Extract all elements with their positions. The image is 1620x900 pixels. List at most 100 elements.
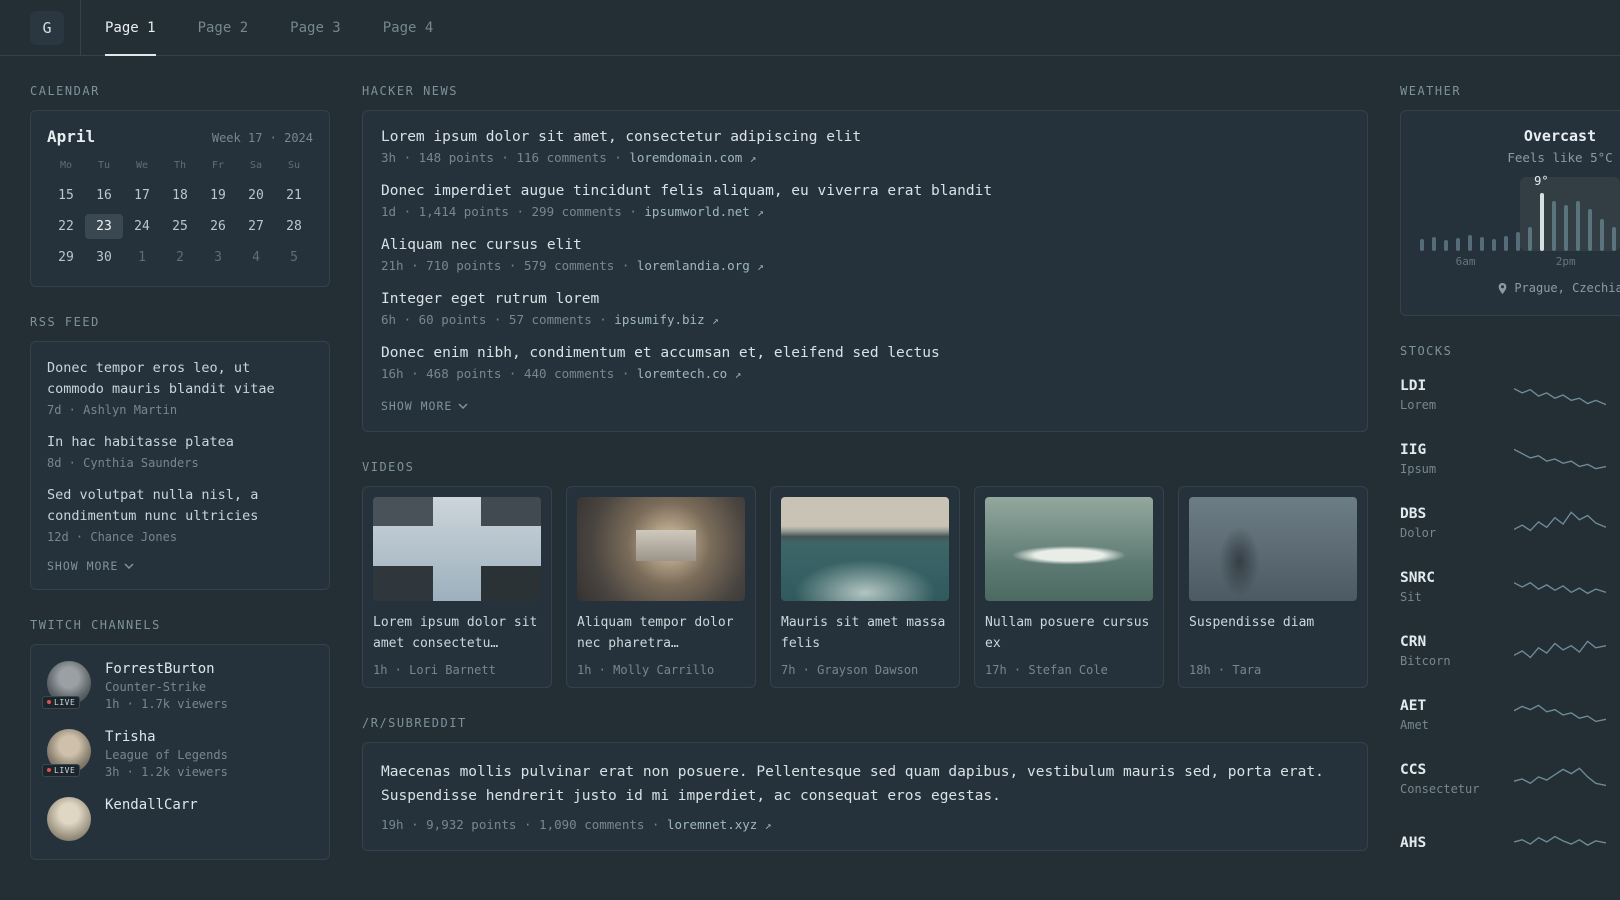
weather-bar[interactable] [1564, 205, 1568, 251]
calendar-date[interactable]: 29 [47, 245, 85, 270]
news-item[interactable]: Donec enim nibh, condimentum et accumsan… [381, 345, 1349, 381]
video-card[interactable]: Mauris sit amet massa felis 7h · Grayson… [770, 486, 960, 688]
weather-bar-highlighted[interactable] [1540, 193, 1544, 251]
calendar-date[interactable]: 15 [47, 183, 85, 208]
weather-bar[interactable] [1612, 227, 1616, 251]
channel-category[interactable]: Counter-Strike [105, 680, 228, 694]
channel-name[interactable]: KendallCarr [105, 797, 198, 813]
channel-name[interactable]: Trisha [105, 729, 228, 745]
weather-bar[interactable] [1528, 227, 1532, 251]
video-thumbnail[interactable] [781, 497, 949, 601]
post-title[interactable]: Maecenas mollis pulvinar erat non posuer… [381, 761, 1349, 809]
weather-bar[interactable] [1588, 209, 1592, 251]
calendar-date[interactable]: 18 [161, 183, 199, 208]
channel-category[interactable]: League of Legends [105, 748, 228, 762]
calendar-date[interactable]: 20 [237, 183, 275, 208]
stock-row[interactable]: AHS +0.46% [1400, 818, 1620, 868]
stock-row[interactable]: LDILorem +4.35%$795.18 [1400, 370, 1620, 420]
news-domain-link[interactable]: ipsumworld.net [644, 204, 749, 219]
weather-bar[interactable] [1576, 201, 1580, 251]
calendar-date[interactable]: 30 [85, 245, 123, 270]
news-item-title[interactable]: Lorem ipsum dolor sit amet, consectetur … [381, 129, 1349, 145]
video-title[interactable]: Mauris sit amet massa felis [781, 613, 949, 655]
news-item-title[interactable]: Integer eget rutrum lorem [381, 291, 1349, 307]
rss-item-title[interactable]: Sed volutpat nulla nisl, a condimentum n… [47, 485, 313, 527]
video-card[interactable]: Aliquam tempor dolor nec pharetra… 1h · … [566, 486, 756, 688]
news-item[interactable]: Integer eget rutrum lorem 6h · 60 points… [381, 291, 1349, 327]
video-card[interactable]: Suspendisse diam 18h · Tara [1178, 486, 1368, 688]
news-domain-link[interactable]: ipsumify.biz [614, 312, 704, 327]
weather-bar[interactable] [1456, 238, 1460, 251]
post-domain-link[interactable]: loremnet.xyz [667, 817, 757, 832]
rss-show-more-button[interactable]: SHOW MORE [47, 559, 134, 573]
weather-bar[interactable] [1552, 201, 1556, 251]
news-domain-link[interactable]: loremdomain.com [629, 150, 742, 165]
tab-page-4[interactable]: Page 4 [383, 0, 434, 55]
calendar-date[interactable]: 27 [237, 214, 275, 239]
twitch-channel[interactable]: LIVE Trisha League of Legends 3h · 1.2k … [42, 728, 313, 779]
video-card[interactable]: Nullam posuere cursus ex 17h · Stefan Co… [974, 486, 1164, 688]
twitch-channel[interactable]: LIVE ForrestBurton Counter-Strike 1h · 1… [42, 660, 313, 711]
app-logo[interactable]: G [30, 10, 64, 45]
news-item[interactable]: Donec imperdiet augue tincidunt felis al… [381, 183, 1349, 219]
news-item-title[interactable]: Donec enim nibh, condimentum et accumsan… [381, 345, 1349, 361]
video-title[interactable]: Nullam posuere cursus ex [985, 613, 1153, 655]
calendar-date-next-month[interactable]: 1 [123, 245, 161, 270]
calendar-date[interactable]: 21 [275, 183, 313, 208]
rss-item[interactable]: Donec tempor eros leo, ut commodo mauris… [47, 358, 313, 417]
rss-item-title[interactable]: Donec tempor eros leo, ut commodo mauris… [47, 358, 313, 400]
calendar-date[interactable]: 25 [161, 214, 199, 239]
news-domain-link[interactable]: loremtech.co [637, 366, 727, 381]
calendar-date[interactable]: 22 [47, 214, 85, 239]
stock-row[interactable]: CRNBitcorn -1.00%$66,171.48 [1400, 626, 1620, 676]
calendar-date[interactable]: 24 [123, 214, 161, 239]
stock-row[interactable]: IIGIpsum +2.84%$42.04 [1400, 434, 1620, 484]
news-item-title[interactable]: Aliquam nec cursus elit [381, 237, 1349, 253]
calendar-date[interactable]: 16 [85, 183, 123, 208]
weather-bar[interactable] [1420, 239, 1424, 251]
stock-row[interactable]: DBSDolor +1.42%$156.28 [1400, 498, 1620, 548]
weather-bar[interactable] [1480, 237, 1484, 251]
news-item[interactable]: Aliquam nec cursus elit 21h · 710 points… [381, 237, 1349, 273]
calendar-date-next-month[interactable]: 5 [275, 245, 313, 270]
calendar-date[interactable]: 26 [199, 214, 237, 239]
weather-bar[interactable] [1504, 236, 1508, 251]
tab-page-3[interactable]: Page 3 [290, 0, 341, 55]
stock-row[interactable]: AETAmet +0.92%$499.72 [1400, 690, 1620, 740]
tab-page-2[interactable]: Page 2 [198, 0, 249, 55]
tab-page-1[interactable]: Page 1 [105, 0, 156, 56]
calendar-date-next-month[interactable]: 2 [161, 245, 199, 270]
calendar-date-next-month[interactable]: 3 [199, 245, 237, 270]
video-title[interactable]: Lorem ipsum dolor sit amet consectetu… [373, 613, 541, 655]
news-item[interactable]: Lorem ipsum dolor sit amet, consectetur … [381, 129, 1349, 165]
calendar-date[interactable]: 28 [275, 214, 313, 239]
rss-item[interactable]: In hac habitasse platea 8d · Cynthia Sau… [47, 432, 313, 470]
calendar-date[interactable]: 19 [199, 183, 237, 208]
news-domain-link[interactable]: loremlandia.org [637, 258, 750, 273]
stock-row[interactable]: SNRCSit +1.36%$148.64 [1400, 562, 1620, 612]
video-thumbnail[interactable] [373, 497, 541, 601]
video-card[interactable]: Lorem ipsum dolor sit amet consectetu… 1… [362, 486, 552, 688]
weather-bar[interactable] [1468, 235, 1472, 251]
weather-bar[interactable] [1600, 219, 1604, 251]
weather-bar[interactable] [1444, 240, 1448, 251]
weather-location[interactable]: Prague, Czechia [1497, 281, 1620, 295]
calendar-date[interactable]: 17 [123, 183, 161, 208]
twitch-channel[interactable]: KendallCarr [47, 796, 313, 841]
video-title[interactable]: Suspendisse diam [1189, 613, 1357, 655]
calendar-date-selected[interactable]: 23 [85, 214, 123, 239]
rss-item-title[interactable]: In hac habitasse platea [47, 432, 313, 453]
video-thumbnail[interactable] [1189, 497, 1357, 601]
weather-bar[interactable] [1492, 239, 1496, 251]
video-title[interactable]: Aliquam tempor dolor nec pharetra… [577, 613, 745, 655]
stock-row[interactable]: CCSConsectetur +0.51%$165.84 [1400, 754, 1620, 804]
rss-item[interactable]: Sed volutpat nulla nisl, a condimentum n… [47, 485, 313, 544]
video-thumbnail[interactable] [985, 497, 1153, 601]
weather-bar[interactable] [1516, 232, 1520, 251]
channel-name[interactable]: ForrestBurton [105, 661, 228, 677]
news-item-title[interactable]: Donec imperdiet augue tincidunt felis al… [381, 183, 1349, 199]
weather-bar[interactable] [1432, 237, 1436, 251]
video-thumbnail[interactable] [577, 497, 745, 601]
calendar-date-next-month[interactable]: 4 [237, 245, 275, 270]
news-show-more-button[interactable]: SHOW MORE [381, 399, 468, 413]
